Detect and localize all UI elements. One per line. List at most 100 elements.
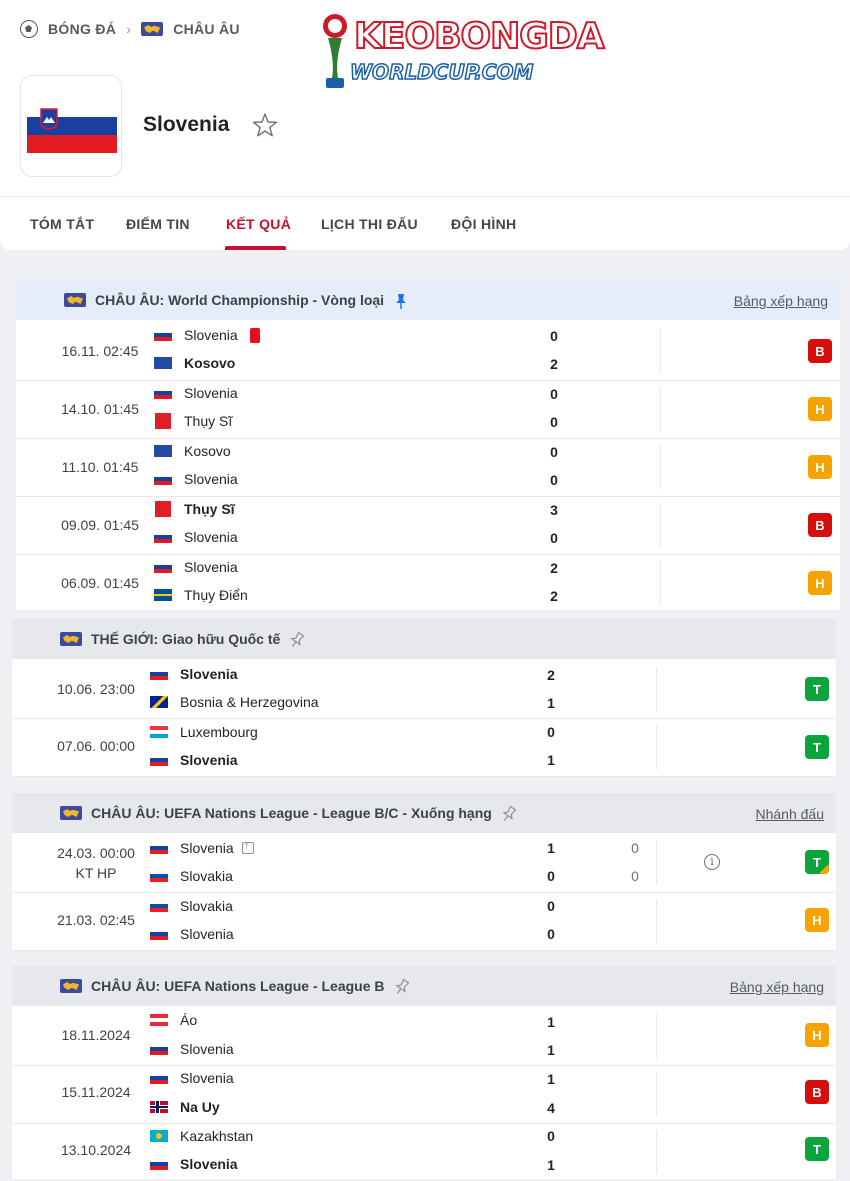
site-logo[interactable]: KEOBONGDA WORLDCUP.COM bbox=[318, 10, 606, 92]
slovenia-flag-icon bbox=[150, 1072, 168, 1084]
slovenia-flag-icon bbox=[150, 842, 168, 854]
tab-summary[interactable]: TÓM TẮT bbox=[30, 216, 94, 232]
match-status: KT HP bbox=[75, 865, 117, 881]
match-time: 07.06. 00:00 bbox=[57, 738, 135, 754]
league-header: CHÂU ÂU: UEFA Nations League - League B … bbox=[12, 966, 836, 1006]
away-team: Slovenia bbox=[150, 1039, 234, 1059]
match-time: 16.11. 02:45 bbox=[61, 343, 139, 359]
tab-fixtures[interactable]: LỊCH THI ĐẤU bbox=[321, 216, 418, 232]
red-card-icon bbox=[249, 327, 260, 343]
home-team: Slovakia bbox=[150, 896, 233, 916]
match-row[interactable]: 06.09. 01:45 Slovenia Thụy Điển 2 2 H bbox=[16, 554, 840, 612]
league-header: CHÂU ÂU: UEFA Nations League - League B/… bbox=[12, 793, 836, 833]
standings-link[interactable]: Bảng xếp hạng bbox=[734, 293, 828, 309]
home-score: 2 bbox=[547, 667, 555, 683]
soccer-ball-icon bbox=[20, 20, 38, 38]
match-row[interactable]: 07.06. 00:00 Luxembourg Slovenia 0 1 T bbox=[12, 718, 836, 777]
standings-link[interactable]: Bảng xếp hạng bbox=[730, 979, 824, 995]
result-badge: H bbox=[808, 397, 832, 421]
slovakia-flag-icon bbox=[150, 870, 168, 882]
match-time: 14.10. 01:45 bbox=[61, 401, 139, 417]
match-time: 21.03. 02:45 bbox=[57, 912, 135, 928]
breadcrumb-region[interactable]: CHÂU ÂU bbox=[173, 21, 240, 37]
home-score: 2 bbox=[550, 560, 558, 576]
home-team: Slovenia bbox=[154, 325, 260, 345]
divider bbox=[656, 667, 657, 711]
result-badge: H bbox=[808, 571, 832, 595]
divider bbox=[660, 329, 661, 373]
league-title[interactable]: CHÂU ÂU: UEFA Nations League - League B/… bbox=[91, 805, 518, 823]
match-row[interactable]: 24.03. 00:00 KT HP Slovenia Slovakia 1 0… bbox=[12, 834, 836, 893]
tab-squad[interactable]: ĐỘI HÌNH bbox=[451, 216, 516, 232]
home-score: 1 bbox=[547, 840, 555, 856]
away-score: 1 bbox=[547, 1157, 555, 1173]
league-title[interactable]: CHÂU ÂU: World Championship - Vòng loại bbox=[95, 292, 410, 310]
kazakhstan-flag-icon bbox=[150, 1130, 168, 1142]
breadcrumb-sport[interactable]: BÓNG ĐÁ bbox=[48, 21, 116, 37]
away-score: 1 bbox=[547, 752, 555, 768]
home-team: Slovenia bbox=[150, 1068, 234, 1088]
team-flag-logo bbox=[20, 75, 122, 177]
away-score: 4 bbox=[547, 1100, 555, 1116]
match-row[interactable]: 10.06. 23:00 Slovenia Bosnia & Herzegovi… bbox=[12, 660, 836, 719]
slovenia-flag-icon bbox=[154, 329, 172, 341]
team-name: Slovenia bbox=[143, 113, 230, 136]
slovenia-flag-icon bbox=[154, 387, 172, 399]
away-score: 0 bbox=[547, 926, 555, 942]
sweden-flag-icon bbox=[154, 589, 172, 601]
away-score: 0 bbox=[550, 472, 558, 488]
away-team: Slovenia bbox=[154, 469, 238, 489]
slovenia-flag-icon bbox=[150, 668, 168, 680]
switzerland-flag-icon bbox=[155, 413, 171, 429]
match-time: 09.09. 01:45 bbox=[61, 517, 139, 533]
match-row[interactable]: 11.10. 01:45 Kosovo Slovenia 0 0 H bbox=[16, 438, 840, 497]
result-badge: H bbox=[805, 908, 829, 932]
pin-icon[interactable] bbox=[392, 292, 410, 310]
home-team: Kosovo bbox=[154, 441, 231, 461]
match-row[interactable]: 16.11. 02:45 Slovenia Kosovo 0 2 B bbox=[16, 322, 840, 381]
info-icon[interactable]: i bbox=[704, 854, 720, 870]
pin-icon[interactable] bbox=[288, 631, 306, 649]
home-score: 0 bbox=[550, 386, 558, 402]
away-score: 0 bbox=[547, 868, 555, 884]
league-header: THẾ GIỚI: Giao hữu Quốc tế bbox=[12, 619, 836, 659]
world-map-icon bbox=[60, 632, 82, 646]
home-team: Luxembourg bbox=[150, 722, 258, 742]
away-score: 2 bbox=[550, 588, 558, 604]
slovenia-flag-icon bbox=[150, 1043, 168, 1055]
away-team: Slovakia bbox=[150, 866, 233, 886]
home-team: Kazakhstan bbox=[150, 1126, 253, 1146]
match-row[interactable]: 21.03. 02:45 Slovakia Slovenia 0 0 H bbox=[12, 892, 836, 951]
slovenia-flag-icon bbox=[27, 99, 117, 153]
home-team: Slovenia bbox=[154, 557, 238, 577]
match-row[interactable]: 13.10.2024 Kazakhstan Slovenia 0 1 T bbox=[12, 1123, 836, 1181]
match-time: 11.10. 01:45 bbox=[61, 459, 139, 475]
tab-news[interactable]: ĐIỂM TIN bbox=[126, 216, 190, 232]
league-title[interactable]: CHÂU ÂU: UEFA Nations League - League B bbox=[91, 978, 411, 996]
match-row[interactable]: 15.11.2024 Slovenia Na Uy 1 4 B bbox=[12, 1065, 836, 1124]
tab-results[interactable]: KẾT QUẢ bbox=[226, 216, 291, 232]
home-score: 0 bbox=[550, 328, 558, 344]
league-title[interactable]: THẾ GIỚI: Giao hữu Quốc tế bbox=[91, 631, 306, 649]
pin-icon[interactable] bbox=[393, 978, 411, 996]
away-team: Slovenia bbox=[150, 750, 238, 770]
tab-bar: TÓM TẮT ĐIỂM TIN KẾT QUẢ LỊCH THI ĐẤU ĐỘ… bbox=[0, 196, 850, 251]
match-time: 06.09. 01:45 bbox=[61, 575, 139, 591]
match-row[interactable]: 14.10. 01:45 Slovenia Thụy Sĩ 0 0 H bbox=[16, 380, 840, 439]
europe-map-icon bbox=[141, 22, 164, 36]
away-score: 1 bbox=[547, 695, 555, 711]
pin-icon[interactable] bbox=[500, 805, 518, 823]
bracket-link[interactable]: Nhánh đấu bbox=[755, 806, 824, 822]
away-team: Thụy Sĩ bbox=[154, 411, 232, 431]
star-icon[interactable] bbox=[252, 112, 278, 138]
home-score: 1 bbox=[547, 1071, 555, 1087]
match-row[interactable]: 18.11.2024 Áo Slovenia 1 1 H bbox=[12, 1007, 836, 1066]
kosovo-flag-icon bbox=[154, 445, 172, 457]
logo-text-secondary: WORLDCUP.COM bbox=[349, 59, 534, 85]
match-row[interactable]: 09.09. 01:45 Thụy Sĩ Slovenia 3 0 B bbox=[16, 496, 840, 555]
away-score: 1 bbox=[547, 1042, 555, 1058]
match-time: 24.03. 00:00 KT HP bbox=[46, 845, 146, 881]
league-section: CHÂU ÂU: UEFA Nations League - League B … bbox=[12, 966, 836, 1179]
slovenia-flag-icon bbox=[150, 754, 168, 766]
divider bbox=[660, 561, 661, 605]
